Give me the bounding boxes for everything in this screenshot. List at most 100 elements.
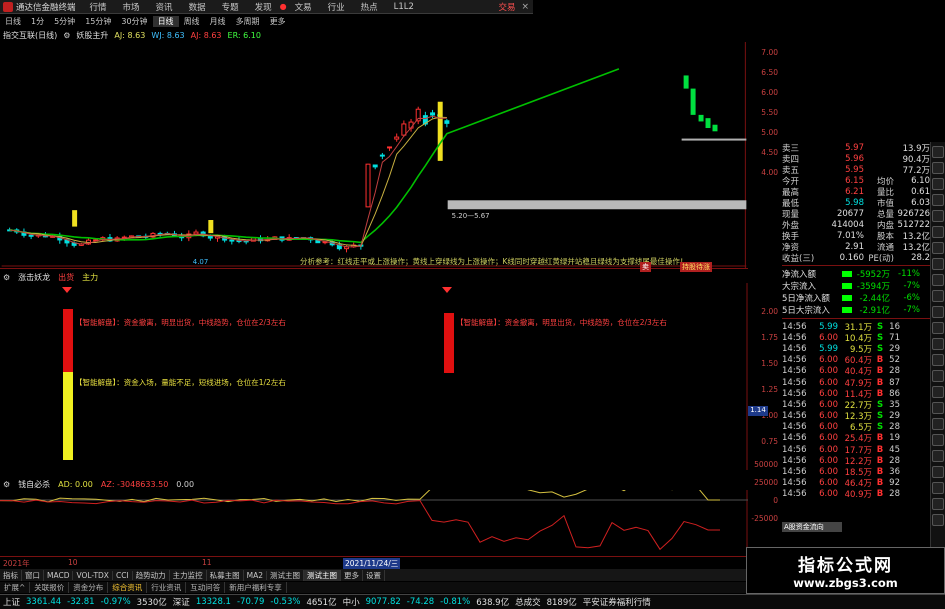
tab-related-quotes[interactable]: 关联报价 — [30, 582, 70, 593]
toolbar-icon[interactable] — [932, 482, 944, 494]
tab-new-user[interactable]: 新用户福利专享 — [225, 582, 287, 593]
menu-item-discover[interactable]: 发现 — [247, 1, 280, 13]
trade-price: 6.00 — [819, 433, 838, 444]
toolbar-icon[interactable] — [932, 386, 944, 398]
indicator-name[interactable]: 妖股主升 — [76, 30, 108, 41]
tab-expand[interactable]: 扩展^ — [0, 582, 31, 593]
toolbar-icon[interactable] — [932, 242, 944, 254]
tab-more[interactable]: 更多 — [341, 569, 364, 581]
gear-icon[interactable]: ⚙ — [0, 480, 10, 489]
tf-daily[interactable]: 日线 — [0, 16, 26, 27]
tf-week[interactable]: 周线 — [179, 16, 205, 27]
toolbar-icon[interactable] — [932, 274, 944, 286]
toolbar-icon[interactable] — [932, 226, 944, 238]
toolbar-icon[interactable] — [932, 370, 944, 382]
quote-row: 最高 6.21 量比 0.61 — [782, 186, 930, 198]
signal-note-3: 【智能解盘】：资金入场，量能不足，短线进场，仓位在1/2左右 — [75, 378, 286, 387]
quote-row: 外盘 414004 内盘 512722 — [782, 219, 930, 231]
toolbar-icon[interactable] — [932, 210, 944, 222]
toolbar-icon[interactable] — [932, 258, 944, 270]
tab-trend[interactable]: 趋势动力 — [133, 569, 170, 581]
trade-side: B — [876, 377, 884, 388]
trade-time: 14:56 — [782, 455, 807, 466]
tf-1min[interactable]: 1分 — [26, 16, 49, 27]
index-sh-amount: 3530亿 — [136, 598, 167, 608]
broker-link[interactable]: 平安证券福利行情 — [580, 596, 654, 608]
menu-item-l1l2[interactable]: L1L2 — [386, 2, 422, 12]
toolbar-icon[interactable] — [932, 146, 944, 158]
toolbar-icon[interactable] — [932, 434, 944, 446]
candle-body — [401, 123, 407, 136]
toolbar-icon[interactable] — [932, 354, 944, 366]
quote-value: 6.15 — [845, 175, 864, 186]
toolbar-icon[interactable] — [932, 450, 944, 462]
fund-flow-row: 5日净流入额 -2.44亿 -6% — [782, 292, 930, 304]
trade-side: B — [876, 355, 884, 366]
tab-news[interactable]: 综合资讯 — [108, 582, 148, 593]
pane2-name[interactable]: 涨击妖龙 — [18, 272, 50, 283]
index-sh-label[interactable]: 上证 — [0, 596, 23, 608]
tab-test-main-2[interactable]: 测试主图 — [304, 569, 342, 581]
tab-private-main[interactable]: 私募主图 — [207, 569, 244, 581]
fund-flow-button[interactable]: A股资金流向 — [782, 522, 842, 532]
oscillator-red-line — [0, 499, 720, 551]
tab-test-main-1[interactable]: 测试主图 — [267, 569, 305, 581]
menu-item-trade[interactable]: 交易 — [490, 1, 521, 13]
menu-item-news[interactable]: 资讯 — [148, 1, 181, 13]
toolbar-icon[interactable] — [932, 290, 944, 302]
trade-count: 36 — [889, 467, 900, 478]
oscillator-pane[interactable] — [0, 490, 748, 556]
trade-time: 14:56 — [782, 388, 807, 399]
tab-industry-news[interactable]: 行业资讯 — [147, 582, 187, 593]
toolbar-icon[interactable] — [932, 466, 944, 478]
toolbar-icon[interactable] — [932, 402, 944, 414]
tab-main-monitor[interactable]: 主力监控 — [170, 569, 207, 581]
toolbar-icon[interactable] — [932, 178, 944, 190]
tab-cci[interactable]: CCI — [113, 570, 133, 580]
menu-item-topics[interactable]: 专题 — [214, 1, 247, 13]
watermark-title: 指标公式网 — [798, 556, 893, 576]
trade-row: 14:56 5.99 9.5万 S 29 — [782, 343, 930, 355]
tf-15min[interactable]: 15分钟 — [80, 16, 116, 27]
index-zx-label[interactable]: 中小 — [340, 596, 363, 608]
tab-macd[interactable]: MACD — [44, 570, 74, 580]
tf-more[interactable]: 更多 — [265, 16, 291, 27]
flow-pct: -6% — [903, 293, 920, 303]
gear-icon[interactable]: ⚙ — [0, 273, 10, 282]
tf-30min[interactable]: 30分钟 — [116, 16, 152, 27]
price-chart[interactable]: 4.07 5.20—5.67 — [0, 42, 748, 269]
menu-item-hot[interactable]: 热点 — [353, 1, 386, 13]
tab-window[interactable]: 窗口 — [22, 569, 44, 581]
tf-month[interactable]: 月线 — [205, 16, 231, 27]
index-sz-label[interactable]: 深证 — [170, 596, 193, 608]
tab-qa[interactable]: 互动问答 — [186, 582, 226, 593]
toolbar-icon[interactable] — [932, 194, 944, 206]
menu-item-market[interactable]: 市场 — [115, 1, 148, 13]
toolbar-icon[interactable] — [932, 306, 944, 318]
menu-item-trade-text[interactable]: 文易 — [287, 1, 320, 13]
tab-ma2[interactable]: MA2 — [244, 570, 268, 580]
pane3-name[interactable]: 钱自必杀 — [18, 479, 50, 490]
toolbar-icon[interactable] — [932, 162, 944, 174]
flow-label: 大宗流入 — [782, 282, 817, 292]
flow-value: -2.91亿 — [859, 306, 891, 316]
toolbar-icon[interactable] — [932, 338, 944, 350]
tab-indicator[interactable]: 指标 — [0, 569, 22, 581]
tf-multi[interactable]: 多周期 — [231, 16, 265, 27]
tf-day[interactable]: 日线 — [152, 16, 179, 27]
menu-item-quotes[interactable]: 行情 — [82, 1, 115, 13]
price-tick: 5.50 — [761, 108, 778, 117]
toolbar-icon[interactable] — [932, 322, 944, 334]
close-icon[interactable]: × — [521, 2, 533, 12]
tab-vol-tdx[interactable]: VOL-TDX — [73, 570, 113, 580]
tab-settings[interactable]: 设置 — [363, 569, 386, 581]
trade-volume: 11.4万 — [844, 389, 872, 400]
gear-icon[interactable]: ⚙ — [63, 31, 70, 40]
menu-item-data[interactable]: 数据 — [181, 1, 214, 13]
toolbar-icon[interactable] — [932, 498, 944, 510]
menu-item-industry[interactable]: 行业 — [320, 1, 353, 13]
tab-fund-distribution[interactable]: 资金分布 — [69, 582, 109, 593]
tf-5min[interactable]: 5分钟 — [49, 16, 80, 27]
toolbar-icon[interactable] — [932, 418, 944, 430]
toolbar-icon[interactable] — [932, 514, 944, 526]
